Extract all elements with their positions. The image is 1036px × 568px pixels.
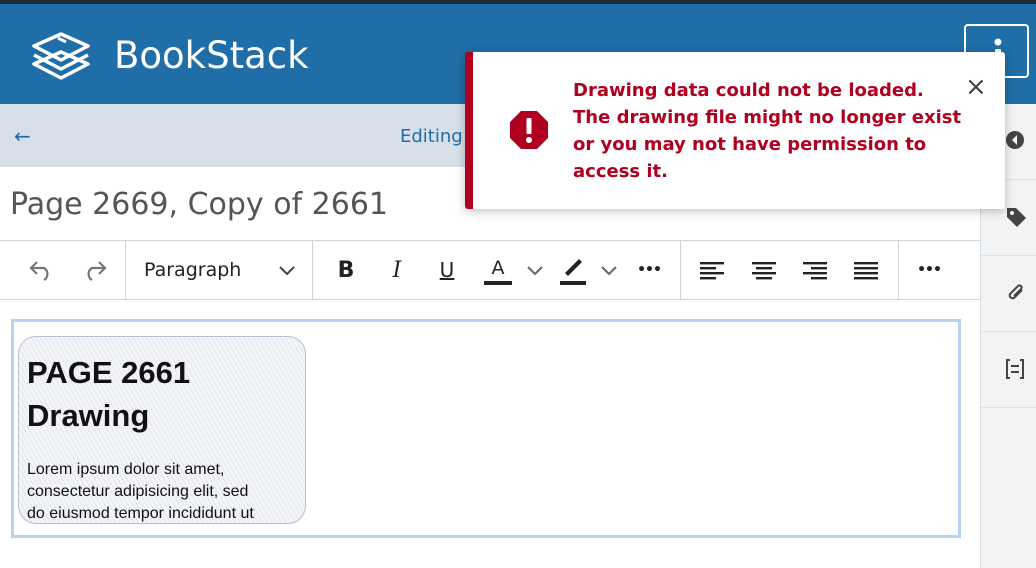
align-justify-icon [854, 262, 878, 280]
bold-button[interactable]: B [332, 255, 360, 285]
editor-toolbar: Paragraph B I U A ••• ••• [0, 240, 980, 300]
highlighter-icon [565, 259, 582, 276]
undo-icon [29, 261, 49, 281]
back-arrow-icon[interactable]: ← [14, 124, 31, 148]
chevron-left-circle-icon [1006, 131, 1024, 149]
align-center-button[interactable] [750, 255, 778, 285]
drawing-title-line: Drawing [27, 398, 150, 433]
bookstack-logo-icon[interactable] [30, 26, 92, 84]
align-right-button[interactable] [801, 255, 829, 285]
page-title-input[interactable]: Page 2669, Copy of 2661 [10, 187, 388, 222]
drawing-body-text: Lorem ipsum dolor sit amet, consectetur … [27, 459, 254, 523]
close-icon[interactable]: × [965, 72, 987, 102]
selected-drawing-block[interactable]: PAGE 2661 Drawing Lorem ipsum dolor sit … [11, 319, 961, 538]
toolbar-divider [898, 241, 899, 299]
drawing-title-line: PAGE 2661 [27, 355, 191, 390]
template-icon [1006, 359, 1024, 379]
chevron-down-icon [279, 266, 295, 276]
align-left-icon [700, 262, 724, 280]
align-justify-button[interactable] [852, 255, 880, 285]
error-octagon-icon [510, 111, 548, 149]
align-right-icon [803, 262, 827, 280]
chevron-down-icon[interactable] [526, 265, 544, 277]
toolbar-divider [125, 241, 126, 299]
paperclip-icon [1008, 284, 1023, 300]
underline-button[interactable]: U [434, 255, 460, 285]
drawing-body-line: consectetur adipisicing elit, sed [27, 483, 249, 500]
editor-content-area[interactable]: PAGE 2661 Drawing Lorem ipsum dolor sit … [0, 300, 980, 568]
align-left-button[interactable] [698, 255, 726, 285]
undo-button[interactable] [26, 255, 56, 285]
drawing-title: PAGE 2661 Drawing [27, 351, 190, 437]
align-center-icon [752, 262, 776, 280]
redo-icon [87, 261, 107, 281]
block-format-label: Paragraph [144, 259, 242, 281]
toolbar-divider [312, 241, 313, 299]
redo-button[interactable] [80, 255, 110, 285]
drawing-image[interactable]: PAGE 2661 Drawing Lorem ipsum dolor sit … [18, 336, 306, 524]
toolbar-divider [680, 241, 681, 299]
tag-icon [1007, 208, 1026, 227]
app-name[interactable]: BookStack [114, 34, 309, 77]
text-color-swatch [484, 281, 512, 285]
text-color-letter: A [491, 257, 505, 279]
drawing-body-line: Lorem ipsum dolor sit amet, [27, 461, 225, 478]
sidebar-item-attachments[interactable] [981, 256, 1036, 332]
more-format-button[interactable]: ••• [634, 255, 664, 285]
highlight-color-swatch [560, 281, 586, 285]
sidebar-item-templates[interactable] [981, 332, 1036, 408]
drawing-body-line: do eiusmod tempor incididunt ut [27, 505, 254, 522]
error-message: Drawing data could not be loaded. The dr… [573, 80, 962, 182]
error-notification[interactable]: Drawing data could not be loaded. The dr… [465, 52, 1005, 209]
more-options-button[interactable]: ••• [914, 255, 944, 285]
italic-button[interactable]: I [384, 255, 410, 285]
chevron-down-icon[interactable] [600, 265, 618, 277]
